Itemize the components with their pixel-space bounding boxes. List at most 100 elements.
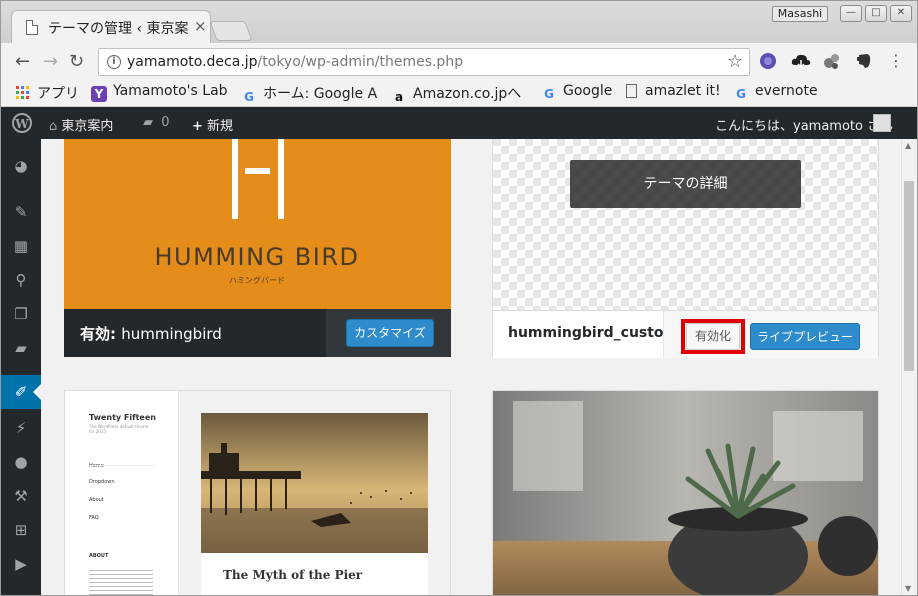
- google-g-icon: G: [544, 87, 554, 101]
- logo-title: HUMMING BIRD: [155, 243, 360, 271]
- theme-screenshot[interactable]: テーマの詳細: [493, 139, 878, 310]
- bookmark-amazon[interactable]: a Amazon.co.jpへ: [391, 83, 531, 105]
- bookmark-yamamoto-lab[interactable]: Y Yamamoto's Lab: [91, 83, 228, 102]
- bookmark-apps[interactable]: アプリ: [15, 83, 79, 103]
- bookmark-label: evernote: [755, 83, 818, 99]
- tf-post-title: The Myth of the Pier: [223, 568, 363, 582]
- logo-subtitle: ハミングバード: [229, 275, 285, 285]
- bookmark-label: Google: [563, 83, 613, 99]
- theme-screenshot[interactable]: HUMMING BIRD ハミングバード: [64, 139, 451, 309]
- theme-card-hummingbird-custom[interactable]: テーマの詳細 hummingbird_custom 有効化 ライブプレビュー: [492, 139, 879, 358]
- tab-bar: テーマの管理 ‹ 東京案 × Masashi — □ ✕: [1, 1, 917, 44]
- browser-tab[interactable]: テーマの管理 ‹ 東京案 ×: [11, 10, 211, 44]
- posts-pin-icon[interactable]: ✎: [1, 195, 41, 229]
- wordpress-logo-icon[interactable]: W: [12, 113, 32, 133]
- google-g-icon: G: [736, 87, 746, 101]
- bookmark-google[interactable]: G Google: [541, 83, 612, 102]
- comments-icon[interactable]: ▰: [1, 331, 41, 365]
- avatar[interactable]: [873, 114, 891, 132]
- url-path: /tokyo/wp-admin/themes.php: [257, 54, 464, 70]
- customize-button[interactable]: カスタマイズ: [346, 319, 434, 347]
- tf-menu-faq: FAQ: [89, 515, 99, 521]
- amazon-a-icon: a: [394, 90, 404, 104]
- vertical-scrollbar[interactable]: ▲ ▼: [901, 139, 917, 595]
- maximize-button[interactable]: □: [865, 5, 887, 22]
- site-name-link[interactable]: ⌂ 東京案内: [49, 115, 113, 134]
- bookmark-star-icon[interactable]: ☆: [727, 51, 743, 72]
- theme-name: hummingbird: [121, 325, 222, 343]
- active-theme-footer: 有効: hummingbird カスタマイズ: [64, 309, 451, 357]
- close-window-button[interactable]: ✕: [890, 5, 912, 22]
- scroll-up-arrow-icon[interactable]: ▲: [905, 141, 911, 150]
- tf-post: The Myth of the Pier: [201, 413, 428, 595]
- plus-icon: +: [192, 119, 203, 134]
- wp-admin-bar: W ⌂ 東京案内 ▰ 0 + 新規 こんにちは、yamamoto さん: [1, 107, 917, 139]
- tf-menu-about: About: [89, 497, 104, 503]
- bookmark-evernote[interactable]: Gevernote: [733, 83, 818, 102]
- home-icon: ⌂: [49, 119, 58, 134]
- dashboard-icon[interactable]: ◕: [1, 149, 41, 183]
- tf-sidebar: Twenty Fifteen The WordPress default the…: [65, 391, 179, 595]
- active-label: 有効:: [80, 325, 122, 343]
- themes-content: HUMMING BIRD ハミングバード 有効: hummingbird カスタ…: [41, 139, 901, 595]
- svg-text:W: W: [14, 117, 29, 131]
- theme-screenshot[interactable]: Twenty Fifteen The WordPress default the…: [65, 391, 450, 595]
- media-icon[interactable]: ▦: [1, 229, 41, 263]
- scrollbar-thumb[interactable]: [904, 181, 914, 371]
- cloud-download-icon[interactable]: [791, 52, 811, 70]
- evernote-icon[interactable]: [855, 52, 873, 70]
- bookmark-label: amazlet it!: [645, 83, 721, 99]
- page-icon: [26, 20, 38, 35]
- bookmark-label: アプリ: [37, 86, 79, 102]
- theme-screenshot[interactable]: [493, 391, 878, 595]
- extension-globe-icon[interactable]: [759, 52, 777, 70]
- tf-menu-dropdown: Dropdown: [89, 479, 115, 485]
- users-icon[interactable]: ●: [1, 445, 41, 479]
- browser-window: テーマの管理 ‹ 東京案 × Masashi — □ ✕ ← → ↻ i yam…: [0, 0, 918, 596]
- profile-button[interactable]: Masashi: [772, 6, 828, 22]
- succulent-photo: [493, 391, 878, 595]
- settings-icon[interactable]: ⊞: [1, 513, 41, 547]
- menu-kebab-icon[interactable]: ⋮: [887, 52, 905, 70]
- tools-wrench-icon[interactable]: ⚒: [1, 479, 41, 513]
- tab-close-icon[interactable]: ×: [194, 17, 207, 35]
- bookmark-label: Amazon.co.jpへ: [413, 86, 522, 102]
- comments-link[interactable]: ▰ 0: [143, 115, 170, 130]
- theme-card-twentyfifteen[interactable]: Twenty Fifteen The WordPress default the…: [64, 390, 451, 595]
- theme-card-hummingbird[interactable]: HUMMING BIRD ハミングバード 有効: hummingbird カスタ…: [64, 139, 451, 357]
- bookmark-amazlet[interactable]: amazlet it!: [626, 83, 721, 99]
- url-host: yamamoto.deca.jp: [127, 54, 258, 70]
- plugins-icon[interactable]: ⚡: [1, 411, 41, 445]
- apps-grid-icon: [16, 86, 29, 99]
- page-icon: [626, 84, 637, 98]
- active-theme-name: 有効: hummingbird: [80, 323, 222, 344]
- collapse-menu-icon[interactable]: ▶: [1, 547, 41, 581]
- minimize-button[interactable]: —: [840, 5, 862, 22]
- bookmark-google-home[interactable]: G ホーム: Google A: [241, 83, 377, 105]
- activate-button[interactable]: 有効化: [686, 323, 740, 350]
- extension-dots-icon[interactable]: [823, 52, 841, 70]
- comments-count: 0: [161, 115, 170, 130]
- comment-bubble-icon: ▰: [143, 115, 153, 130]
- reload-icon[interactable]: ↻: [69, 51, 84, 72]
- live-preview-button[interactable]: ライブプレビュー: [750, 323, 860, 350]
- appearance-brush-icon[interactable]: ✐: [1, 375, 41, 409]
- hummingbird-logo: HUMMING BIRD ハミングバード: [155, 139, 360, 285]
- theme-details-button[interactable]: テーマの詳細: [570, 160, 801, 208]
- greeting-text[interactable]: こんにちは、yamamoto さん: [715, 115, 893, 134]
- new-tab-button[interactable]: [209, 21, 253, 41]
- bookmark-label: Yamamoto's Lab: [113, 83, 228, 99]
- pages-icon[interactable]: ❐: [1, 297, 41, 331]
- links-icon[interactable]: ⚲: [1, 263, 41, 297]
- bookmarks-bar: アプリ Y Yamamoto's Lab G ホーム: Google A a Amaz…: [1, 79, 917, 107]
- scroll-down-arrow-icon[interactable]: ▼: [905, 584, 911, 593]
- tf-tagline: The WordPress default theme for 2015: [89, 424, 149, 434]
- theme-card-plant[interactable]: [492, 390, 879, 595]
- address-bar[interactable]: i yamamoto.deca.jp/tokyo/wp-admin/themes…: [98, 48, 750, 76]
- forward-arrow-icon[interactable]: →: [43, 51, 58, 72]
- back-arrow-icon[interactable]: ←: [15, 51, 30, 72]
- new-content-link[interactable]: + 新規: [192, 115, 233, 134]
- info-icon[interactable]: i: [107, 55, 121, 69]
- tf-menu-home: Home: [89, 463, 104, 469]
- pier-sunset-image: [201, 413, 428, 553]
